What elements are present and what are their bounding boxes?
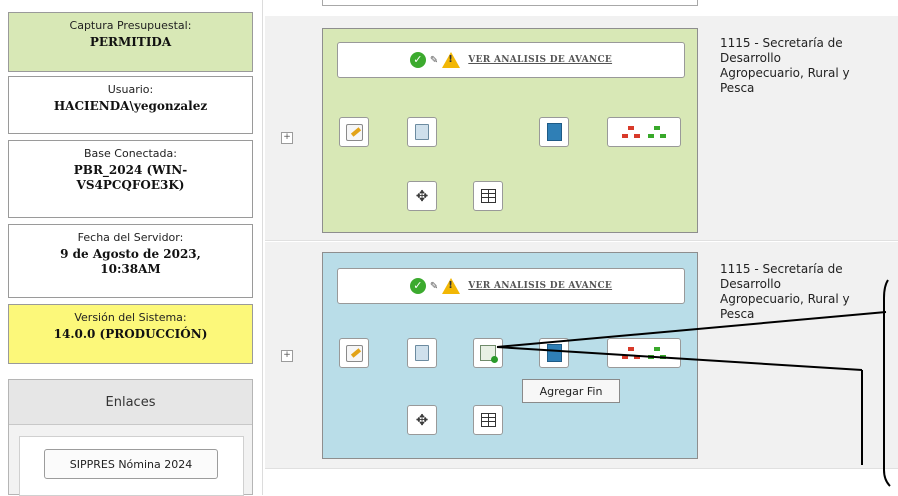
check-circle-icon: ✓ xyxy=(409,278,426,294)
book-icon xyxy=(546,344,562,362)
trash-icon xyxy=(415,124,429,140)
edit-icon xyxy=(345,123,363,141)
department-line: Desarrollo xyxy=(720,277,781,291)
version-box: Versión del Sistema: 14.0.0 (PRODUCCIÓN) xyxy=(8,304,253,364)
version-value: 14.0.0 (PRODUCCIÓN) xyxy=(53,327,208,341)
action-panel: ✓ ✎ ! VER ANALISIS DE AVANCE ✥ xyxy=(322,252,698,459)
hierarchy-green-icon xyxy=(648,125,666,139)
move-button[interactable]: ✥ xyxy=(407,181,437,211)
hierarchy-button[interactable] xyxy=(607,117,681,147)
edit-button[interactable] xyxy=(339,338,369,368)
book-icon xyxy=(546,123,562,141)
warning-icon: ! xyxy=(442,278,461,294)
department-line: Desarrollo xyxy=(720,51,781,65)
sidebar: Captura Presupuestal: PERMITIDA Usuario:… xyxy=(0,0,262,496)
warning-icon: ! xyxy=(442,52,461,68)
table-button[interactable] xyxy=(473,181,503,211)
expand-row-button[interactable]: + xyxy=(281,350,293,362)
fecha-box: Fecha del Servidor: 9 de Agosto de 2023,… xyxy=(8,224,253,298)
hierarchy-red-icon xyxy=(622,346,640,360)
base-label: Base Conectada: xyxy=(84,147,177,160)
edit-icon xyxy=(345,344,363,362)
ver-analisis-label: VER ANALISIS DE AVANCE xyxy=(468,281,613,291)
version-label: Versión del Sistema: xyxy=(74,311,187,324)
usuario-label: Usuario: xyxy=(107,83,154,96)
previous-panel-edge xyxy=(322,0,698,6)
ver-analisis-button[interactable]: ✓ ✎ ! VER ANALISIS DE AVANCE xyxy=(337,268,685,304)
captura-box: Captura Presupuestal: PERMITIDA xyxy=(8,12,253,72)
fecha-value-line2: 10:38AM xyxy=(100,262,161,276)
add-fin-icon xyxy=(480,345,498,363)
enlaces-panel: Enlaces SIPPRES Nómina 2024 xyxy=(8,379,253,496)
usuario-box: Usuario: HACIENDA\yegonzalez xyxy=(8,76,253,134)
sidebar-divider xyxy=(262,0,263,495)
tooltip: Agregar Fin xyxy=(522,379,620,403)
base-value-line2: VS4PCQFOE3K) xyxy=(76,178,185,192)
move-button[interactable]: ✥ xyxy=(407,405,437,435)
edit-button[interactable] xyxy=(339,117,369,147)
table-icon xyxy=(480,413,496,427)
department-line: Agropecuario, Rural y xyxy=(720,66,850,80)
pencil-icon: ✎ xyxy=(429,280,439,292)
department-line: Pesca xyxy=(720,307,755,321)
hierarchy-red-icon xyxy=(622,125,640,139)
table-icon xyxy=(480,189,496,203)
department-name: 1115 - Secretaría de Desarrollo Agropecu… xyxy=(720,36,890,96)
book-button[interactable] xyxy=(539,117,569,147)
add-fin-button[interactable] xyxy=(473,338,503,368)
usuario-value: HACIENDA\yegonzalez xyxy=(53,99,208,113)
ver-analisis-button[interactable]: ✓ ✎ ! VER ANALISIS DE AVANCE xyxy=(337,42,685,78)
trash-icon xyxy=(415,345,429,361)
base-value-line1: PBR_2024 (WIN- xyxy=(73,163,188,177)
move-icon: ✥ xyxy=(415,187,429,205)
department-line: 1115 - Secretaría de xyxy=(720,262,843,276)
hierarchy-button[interactable] xyxy=(607,338,681,368)
check-circle-icon: ✓ xyxy=(409,52,426,68)
delete-button[interactable] xyxy=(407,117,437,147)
department-line: 1115 - Secretaría de xyxy=(720,36,843,50)
department-line: Agropecuario, Rural y xyxy=(720,292,850,306)
base-box: Base Conectada: PBR_2024 (WIN- VS4PCQFOE… xyxy=(8,140,253,218)
fecha-value-line1: 9 de Agosto de 2023, xyxy=(60,247,201,261)
book-button[interactable] xyxy=(539,338,569,368)
move-icon: ✥ xyxy=(415,411,429,429)
enlaces-body: SIPPRES Nómina 2024 xyxy=(19,436,244,496)
sippres-nomina-link[interactable]: SIPPRES Nómina 2024 xyxy=(44,449,218,479)
fecha-label: Fecha del Servidor: xyxy=(77,231,184,244)
expand-row-button[interactable]: + xyxy=(281,132,293,144)
enlaces-title: Enlaces xyxy=(9,380,252,425)
ver-analisis-label: VER ANALISIS DE AVANCE xyxy=(468,55,613,65)
department-line: Pesca xyxy=(720,81,755,95)
delete-button[interactable] xyxy=(407,338,437,368)
table-button[interactable] xyxy=(473,405,503,435)
captura-value: PERMITIDA xyxy=(89,35,172,49)
captura-label: Captura Presupuestal: xyxy=(69,19,192,32)
hierarchy-green-icon xyxy=(648,346,666,360)
pencil-icon: ✎ xyxy=(429,54,439,66)
department-name: 1115 - Secretaría de Desarrollo Agropecu… xyxy=(720,262,890,322)
action-panel: ✓ ✎ ! VER ANALISIS DE AVANCE ✥ xyxy=(322,28,698,233)
